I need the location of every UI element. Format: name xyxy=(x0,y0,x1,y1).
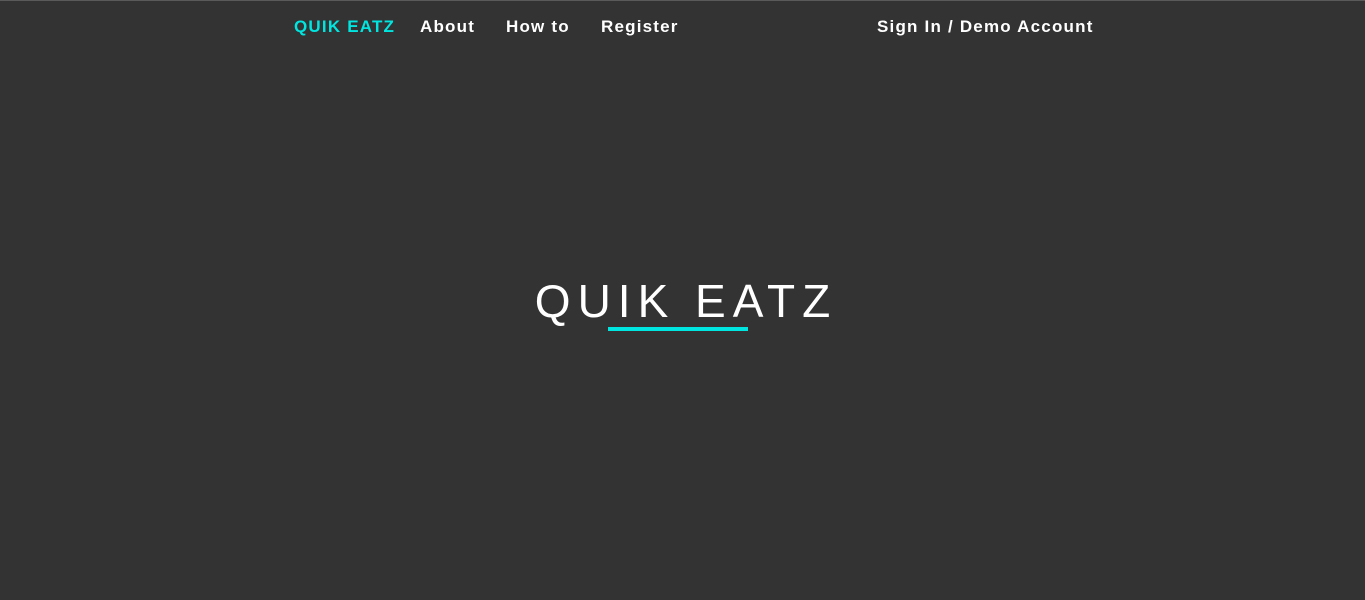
nav-sign-in-link[interactable]: Sign In / Demo Account xyxy=(877,17,1094,37)
hero-section: QUIK EATZ xyxy=(0,271,1365,331)
top-navbar: QUIK EATZ About How to Register Sign In … xyxy=(0,1,1365,57)
hero-title-underline xyxy=(608,327,748,331)
nav-about-link[interactable]: About xyxy=(420,17,475,37)
landing-page: QUIK EATZ About How to Register Sign In … xyxy=(0,0,1365,600)
nav-how-to-link[interactable]: How to xyxy=(506,17,570,37)
nav-register-link[interactable]: Register xyxy=(601,17,679,37)
hero-title: QUIK EATZ xyxy=(534,275,838,327)
brand-link[interactable]: QUIK EATZ xyxy=(294,17,395,37)
